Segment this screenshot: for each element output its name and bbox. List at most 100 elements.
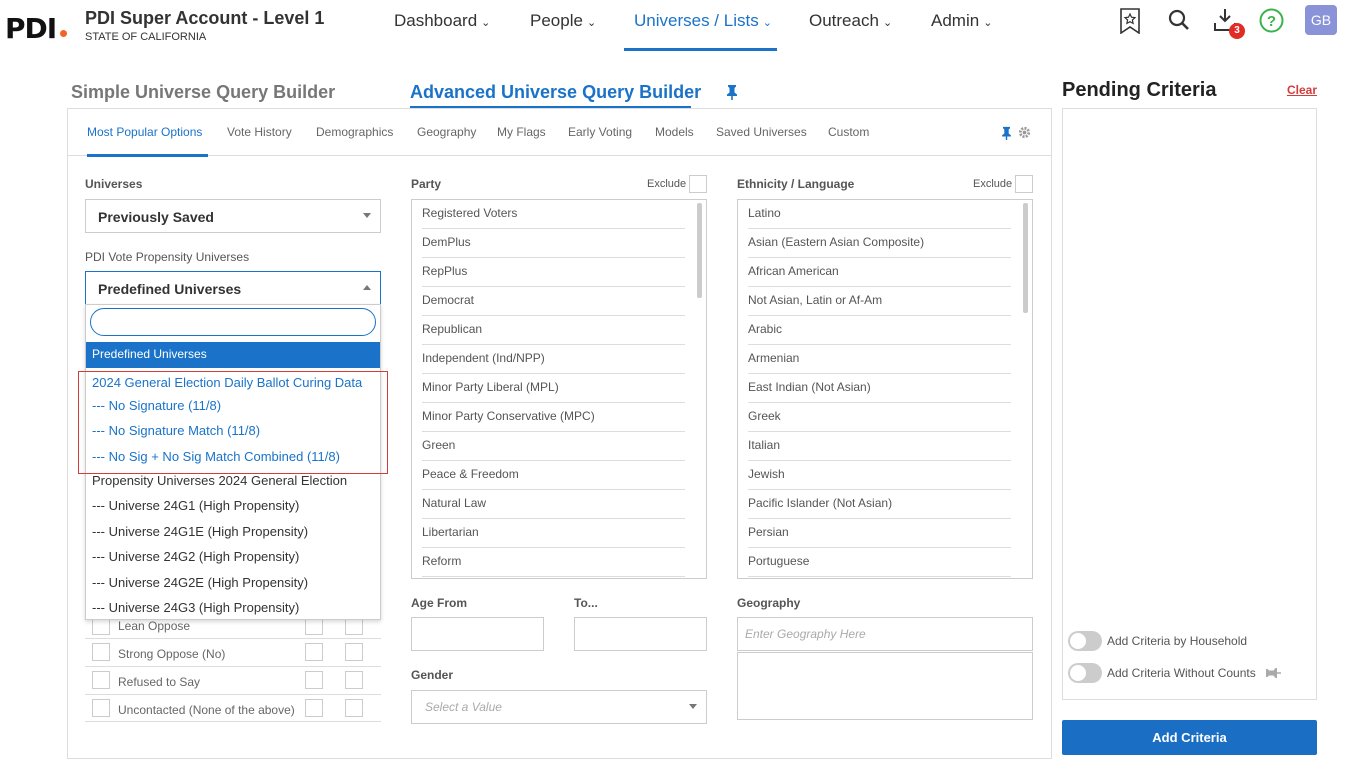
ethnicity-option[interactable]: Persian (748, 519, 1011, 548)
without-counts-toggle[interactable] (1068, 663, 1102, 683)
add-criteria-button[interactable]: Add Criteria (1062, 720, 1317, 755)
party-option[interactable]: RepPlus (422, 258, 685, 287)
ethnicity-option[interactable]: Not Asian, Latin or Af-Am (748, 287, 1011, 316)
nav-admin[interactable]: Admin ⌄ (931, 11, 992, 31)
support-checkbox[interactable] (305, 699, 323, 717)
dropdown-option[interactable]: --- Universe 24G2 (High Propensity) (92, 549, 299, 564)
tab-models[interactable]: Models (655, 125, 694, 139)
simple-builder-tab[interactable]: Simple Universe Query Builder (71, 82, 335, 103)
dropdown-option[interactable]: --- Universe 24G3 (High Propensity) (92, 600, 299, 615)
nav-dashboard[interactable]: Dashboard ⌄ (394, 11, 490, 31)
pending-criteria-title: Pending Criteria (1062, 79, 1217, 101)
household-toggle[interactable] (1068, 631, 1102, 651)
party-option[interactable]: Democrat (422, 287, 685, 316)
nav-outreach[interactable]: Outreach ⌄ (809, 11, 892, 31)
ethnicity-option[interactable]: Greek (748, 403, 1011, 432)
party-option[interactable]: Minor Party Conservative (MPC) (422, 403, 685, 432)
ethnicity-option[interactable]: Latino (748, 200, 1011, 229)
ethnicity-option[interactable]: Asian (Eastern Asian Composite) (748, 229, 1011, 258)
party-label: Party (411, 177, 442, 191)
ethnicity-option[interactable]: Jewish (748, 461, 1011, 490)
party-option[interactable]: Registered Voters (422, 200, 685, 229)
tab-custom[interactable]: Custom (828, 125, 869, 139)
propensity-select[interactable]: Predefined Universes (85, 271, 381, 305)
propensity-label: PDI Vote Propensity Universes (85, 250, 250, 264)
user-avatar[interactable]: GB (1305, 5, 1337, 35)
ethnicity-scrollbar[interactable] (1023, 203, 1028, 313)
age-to-input[interactable] (574, 617, 707, 651)
party-option[interactable]: Republican (422, 316, 685, 345)
logo-dot (60, 30, 67, 37)
party-option[interactable]: Natural Law (422, 490, 685, 519)
dropdown-option[interactable]: --- Universe 24G1E (High Propensity) (92, 524, 308, 539)
support-checkbox[interactable] (305, 671, 323, 689)
age-from-input[interactable] (411, 617, 544, 651)
help-icon[interactable]: ? (1259, 8, 1284, 38)
pin-icon[interactable] (726, 84, 738, 105)
ethnicity-exclude-label: Exclude (973, 178, 1013, 190)
party-exclude-label: Exclude (647, 178, 687, 190)
party-option[interactable]: Peace & Freedom (422, 461, 685, 490)
support-row-label: Lean Oppose (118, 619, 191, 633)
party-exclude-checkbox[interactable] (689, 175, 707, 193)
support-checkbox[interactable] (92, 643, 110, 661)
ethnicity-option[interactable]: Italian (748, 432, 1011, 461)
support-checkbox[interactable] (92, 699, 110, 717)
settings-gear-icon[interactable] (1018, 126, 1031, 144)
clear-link[interactable]: Clear (1287, 83, 1317, 97)
tab-early-voting[interactable]: Early Voting (568, 125, 632, 139)
ethnicity-option[interactable]: Arabic (748, 316, 1011, 345)
pending-criteria-box (1062, 108, 1317, 700)
ethnicity-option[interactable]: Pacific Islander (Not Asian) (748, 490, 1011, 519)
active-tab-underline (87, 154, 208, 157)
chevron-down-icon (363, 213, 371, 218)
search-icon[interactable] (1168, 9, 1190, 36)
dropdown-option[interactable]: Propensity Universes 2024 General Electi… (92, 473, 347, 488)
geography-selection-box[interactable] (737, 652, 1033, 720)
account-state: STATE OF CALIFORNIA (85, 31, 207, 43)
support-row-label: Refused to Say (118, 675, 201, 689)
dropdown-search-input[interactable] (90, 308, 376, 336)
tab-saved-universes[interactable]: Saved Universes (716, 125, 807, 139)
household-toggle-label: Add Criteria by Household (1107, 634, 1248, 648)
tabs-pin-icon[interactable] (1001, 126, 1012, 145)
dropdown-option[interactable]: Predefined Universes (92, 347, 207, 361)
geography-placeholder: Enter Geography Here (745, 627, 866, 641)
advanced-builder-tab[interactable]: Advanced Universe Query Builder (410, 82, 701, 103)
party-scrollbar[interactable] (697, 203, 702, 298)
dropdown-option[interactable]: --- Universe 24G2E (High Propensity) (92, 575, 308, 590)
support-checkbox[interactable] (305, 643, 323, 661)
ethnicity-option[interactable]: East Indian (Not Asian) (748, 374, 1011, 403)
party-option[interactable]: DemPlus (422, 229, 685, 258)
party-option[interactable]: Libertarian (422, 519, 685, 548)
party-option[interactable]: Reform (422, 548, 685, 577)
geography-label: Geography (737, 596, 801, 610)
support-checkbox[interactable] (345, 671, 363, 689)
ethnicity-option[interactable]: African American (748, 258, 1011, 287)
row-divider (85, 694, 381, 695)
tab-vote-history[interactable]: Vote History (227, 125, 292, 139)
tab-my-flags[interactable]: My Flags (497, 125, 546, 139)
ethnicity-option[interactable]: Portuguese (748, 548, 1011, 577)
bookmark-star-icon[interactable] (1119, 8, 1141, 39)
party-option[interactable]: Minor Party Liberal (MPL) (422, 374, 685, 403)
support-checkbox[interactable] (92, 671, 110, 689)
top-navigation: PDI PDI Super Account - Level 1 STATE OF… (0, 0, 1362, 52)
support-checkbox[interactable] (345, 643, 363, 661)
pdi-logo[interactable]: PDI (5, 12, 57, 45)
support-checkbox[interactable] (345, 699, 363, 717)
gender-select[interactable]: Select a Value (411, 690, 707, 724)
dropdown-option[interactable]: --- Universe 24G1 (High Propensity) (92, 498, 299, 513)
ethnicity-exclude-checkbox[interactable] (1015, 175, 1033, 193)
tab-demographics[interactable]: Demographics (316, 125, 393, 139)
nav-people[interactable]: People ⌄ (530, 11, 596, 31)
tab-geography[interactable]: Geography (417, 125, 476, 139)
geography-input[interactable]: Enter Geography Here (737, 617, 1033, 651)
pin-icon[interactable] (1265, 666, 1281, 684)
tab-most-popular-options[interactable]: Most Popular Options (87, 125, 202, 139)
nav-universes-lists[interactable]: Universes / Lists ⌄ (634, 11, 772, 31)
party-option[interactable]: Independent (Ind/NPP) (422, 345, 685, 374)
ethnicity-option[interactable]: Armenian (748, 345, 1011, 374)
party-option[interactable]: Green (422, 432, 685, 461)
universes-select[interactable]: Previously Saved (85, 199, 381, 233)
